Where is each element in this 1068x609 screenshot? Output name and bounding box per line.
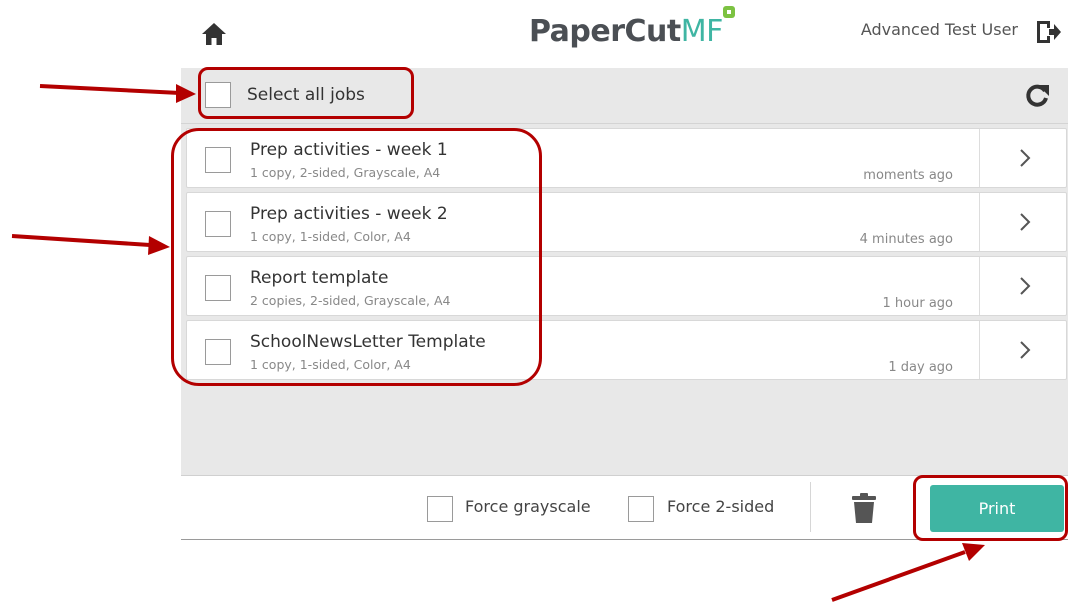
annotation-arrows xyxy=(11,84,985,602)
arrow-print xyxy=(831,543,985,602)
arrow-job-list xyxy=(11,234,170,255)
arrow-select-all xyxy=(39,84,196,103)
